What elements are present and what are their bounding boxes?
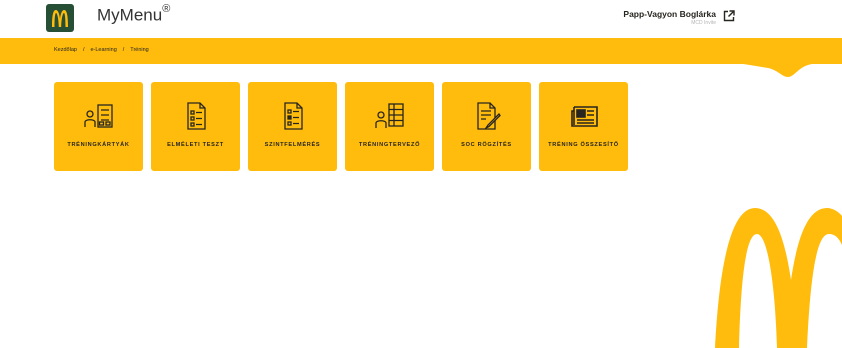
breadcrumb-separator: / [82, 47, 85, 53]
registered-mark: ® [162, 3, 171, 15]
banner-drip-decoration [730, 62, 842, 77]
tile-trening-osszesito[interactable]: Tréning összesítő [539, 82, 628, 171]
breadcrumb: Kezdőlap / e-Learning / Tréning [54, 47, 149, 53]
breadcrumb-home[interactable]: Kezdőlap [54, 47, 77, 53]
document-pen-icon [476, 102, 501, 130]
breadcrumb-elearning[interactable]: e-Learning [90, 47, 116, 53]
document-checklist-icon [283, 102, 303, 130]
tile-szintfelmeres[interactable]: Szintfelmérés [248, 82, 337, 171]
tile-treningkartyak[interactable]: Tréningkártyák [54, 82, 143, 171]
tile-soc-rogzites[interactable]: SOC rögzítés [442, 82, 531, 171]
tile-label: Elméleti teszt [167, 142, 224, 148]
tile-label: Szintfelmérés [264, 142, 321, 148]
app-title[interactable]: MyMenu® [97, 3, 171, 26]
golden-arches-watermark [715, 208, 842, 348]
person-table-icon [374, 103, 404, 128]
document-list-icon [186, 102, 206, 130]
breadcrumb-current: Tréning [130, 47, 149, 53]
tile-label: Tréning összesítő [548, 142, 619, 148]
tile-label: SOC rögzítés [461, 142, 512, 148]
user-role: MCD Invite [691, 20, 716, 26]
tile-elmeleti-teszt[interactable]: Elméleti teszt [151, 82, 240, 171]
tile-label: Tréningkártyák [67, 142, 130, 148]
logout-icon[interactable] [723, 10, 735, 22]
tile-treningtervezo[interactable]: Tréningtervező [345, 82, 434, 171]
mcdonalds-logo[interactable] [46, 4, 74, 32]
person-checklist-icon [83, 104, 113, 128]
breadcrumb-separator: / [122, 47, 125, 53]
user-info: Papp-Vagyon Boglárka MCD Invite [623, 9, 716, 26]
tile-label: Tréningtervező [358, 142, 421, 148]
newspaper-icon [570, 106, 598, 127]
top-header: MyMenu® Papp-Vagyon Boglárka MCD Invite [0, 0, 842, 38]
user-name: Papp-Vagyon Boglárka [623, 9, 716, 19]
training-tiles: Tréningkártyák Elméleti teszt Szintfelmé… [54, 82, 628, 171]
